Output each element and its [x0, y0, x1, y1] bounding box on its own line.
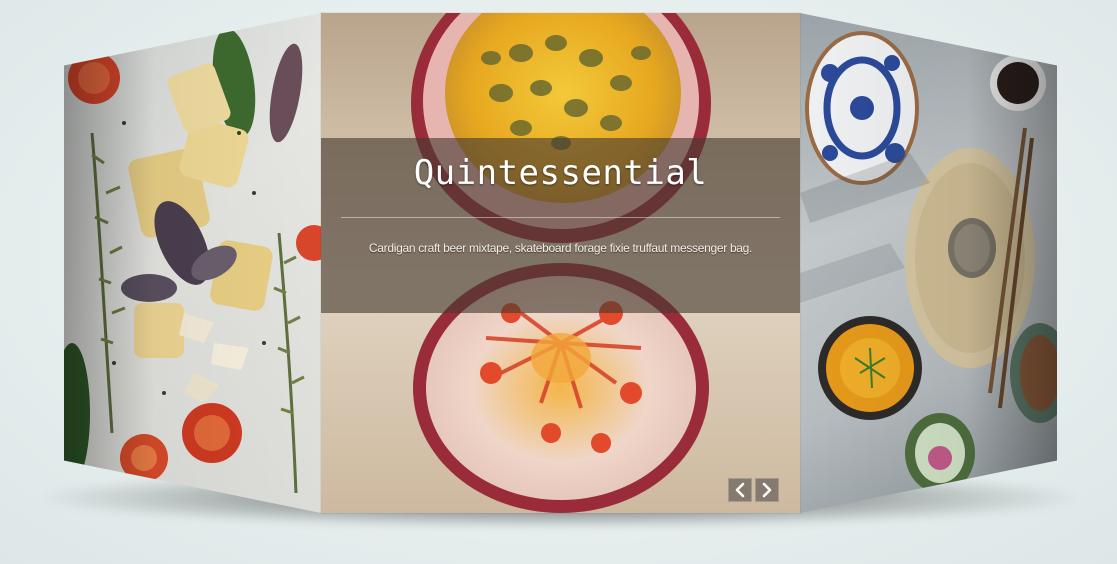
caption-divider: [341, 217, 780, 218]
slide-caption-title: Quintessential: [413, 153, 708, 193]
slide-right[interactable]: [800, 13, 1057, 513]
chevron-left-icon: [735, 482, 745, 498]
slide-left-shade: [64, 13, 321, 513]
slide-right-shade: [800, 13, 1057, 513]
prev-slide-button[interactable]: [728, 478, 752, 502]
slide-active[interactable]: Quintessential Cardigan craft beer mixta…: [321, 13, 800, 513]
slide-caption-text: Cardigan craft beer mixtape, skateboard …: [368, 241, 753, 255]
slide-left[interactable]: [64, 13, 321, 513]
slider-stage: Quintessential Cardigan craft beer mixta…: [0, 0, 1117, 564]
chevron-right-icon: [762, 482, 772, 498]
next-slide-button[interactable]: [755, 478, 779, 502]
